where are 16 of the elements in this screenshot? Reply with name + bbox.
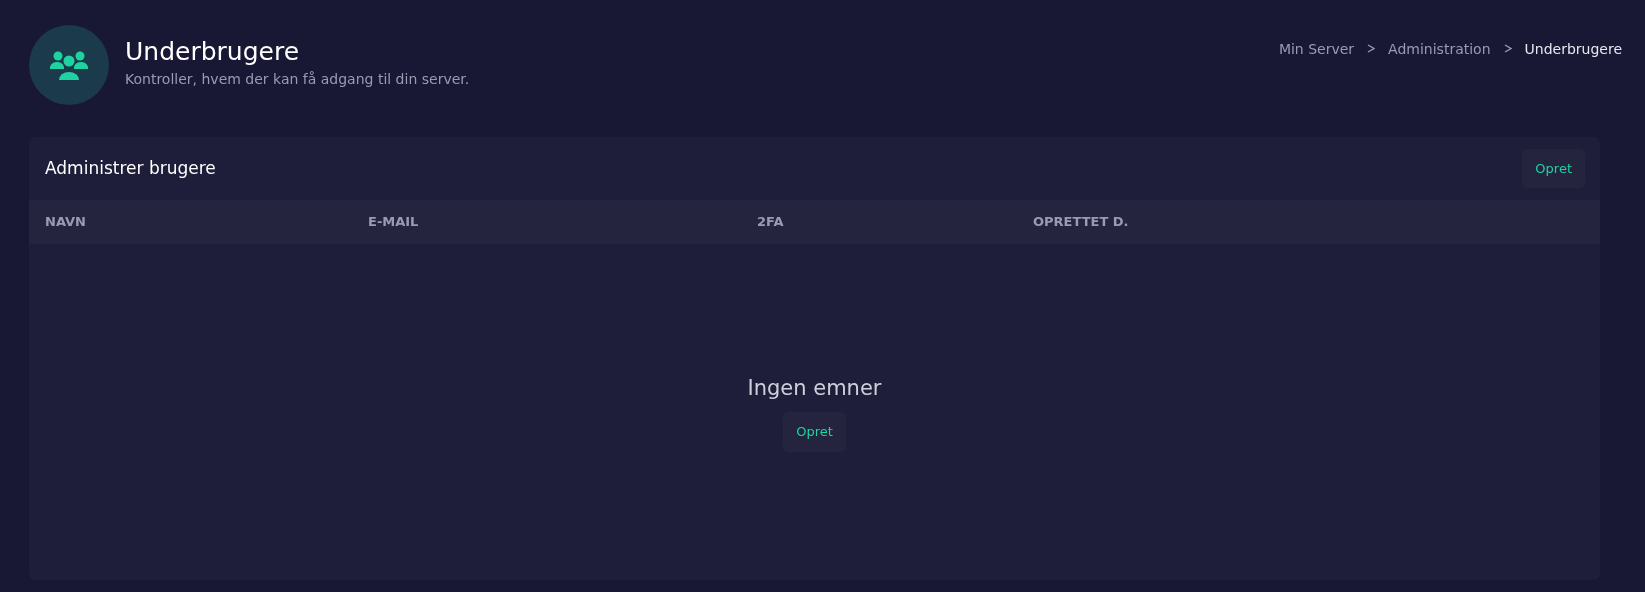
breadcrumb-link[interactable]: Min Server [1278, 39, 1355, 105]
page-subtitle: Kontroller, hvem der kan få adgang til din server. [125, 70, 470, 89]
card-title: Administrer brugere [45, 156, 216, 180]
column-header: NAVN [45, 214, 86, 230]
chevron-icon [1503, 44, 1512, 53]
breadcrumb-current: Underbrugere [1524, 40, 1622, 59]
empty-message: Ingen emner [747, 374, 882, 402]
users-icon [50, 50, 88, 80]
create-button[interactable]: Opret [1522, 148, 1585, 189]
breadcrumb-link[interactable]: Administration [1388, 39, 1491, 105]
column-header: E-MAIL [368, 214, 419, 230]
page-title: Underbrugere [125, 37, 301, 67]
column-header: 2FA [757, 214, 784, 230]
create-button[interactable]: Opret [783, 412, 846, 452]
column-header: OPRETTET D. [1033, 214, 1129, 230]
chevron-icon [1367, 44, 1376, 53]
